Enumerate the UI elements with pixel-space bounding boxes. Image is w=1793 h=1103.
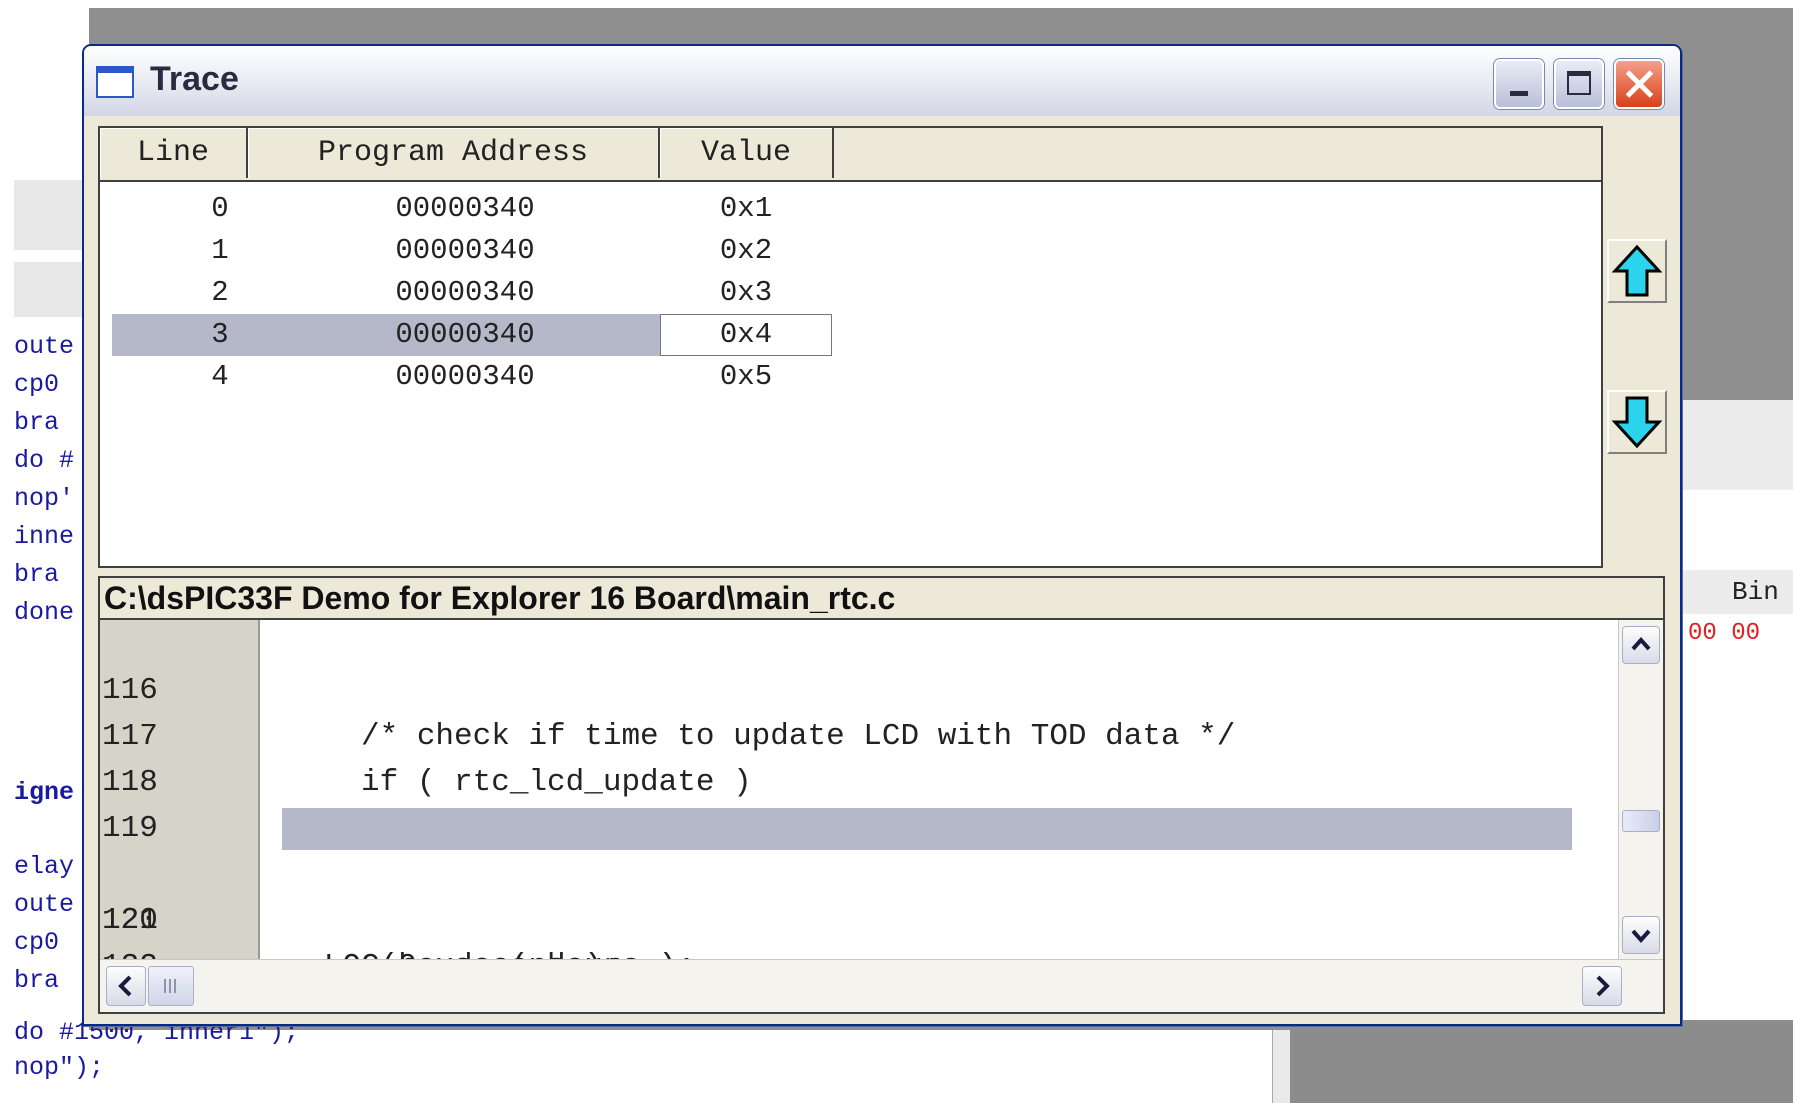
source-line[interactable]: 121 hexdec( hours );: [100, 852, 1570, 984]
down-arrow-button[interactable]: [1607, 390, 1667, 454]
background-memory-header: Bin: [1680, 570, 1793, 614]
cell-value: 0x1: [719, 192, 773, 225]
title-bar[interactable]: Trace: [84, 46, 1680, 116]
background-code-line: nop': [14, 484, 75, 513]
background-code-line: oute: [14, 890, 75, 919]
up-arrow-button[interactable]: [1607, 239, 1667, 303]
background-code-line: igne: [14, 778, 75, 807]
background-toolbar-2: [14, 262, 89, 317]
source-line[interactable]: 118 {: [100, 714, 1570, 846]
cell-address: 00000340: [395, 360, 535, 393]
column-header-program-address[interactable]: Program Address: [248, 128, 660, 178]
background-grey-band: [1290, 1020, 1793, 1103]
background-code-bottom: do #1500, inner1"); nop");: [14, 1018, 299, 1082]
horizontal-scroll-thumb[interactable]: [148, 966, 194, 1006]
background-code-line: inne: [14, 522, 75, 551]
background-code-line: nop");: [14, 1053, 105, 1082]
vertical-scroll-thumb[interactable]: [1622, 810, 1660, 832]
scroll-left-button[interactable]: [106, 966, 146, 1006]
table-row-selected[interactable]: 3 00000340 0x4: [100, 314, 1601, 356]
scroll-down-button[interactable]: [1622, 916, 1660, 954]
background-code-line: cp0: [14, 370, 60, 399]
background-code-line: do #: [14, 446, 75, 475]
background-left-edge: [0, 0, 14, 1103]
source-line[interactable]: 117 if ( rtc_lcd_update ): [100, 668, 1570, 800]
scroll-right-icon: [1596, 975, 1610, 997]
background-code-line: elay: [14, 852, 75, 881]
table-row[interactable]: 0 00000340 0x1: [100, 188, 1601, 230]
background-code-line: cp0: [14, 928, 60, 957]
minimize-button[interactable]: [1494, 59, 1544, 109]
scroll-right-button[interactable]: [1582, 966, 1622, 1006]
trace-window: Trace Line Program Address Value 0 00000…: [82, 44, 1682, 1026]
scroll-up-button[interactable]: [1622, 626, 1660, 664]
background-code-line: bra: [14, 560, 60, 589]
background-toolbar: [14, 180, 89, 250]
cell-value: 0x2: [719, 234, 773, 267]
table-row[interactable]: 2 00000340 0x3: [100, 272, 1601, 314]
up-arrow-icon: [1611, 244, 1663, 297]
source-line[interactable]: 116 /* check if time to update LCD with …: [100, 622, 1570, 754]
background-memory-panel: [1680, 400, 1793, 1020]
background-memory-value: 00 00: [1688, 620, 1761, 647]
window-icon: [96, 66, 134, 98]
source-view: 116 /* check if time to update LCD with …: [98, 620, 1665, 1014]
trace-table: Line Program Address Value 0 00000340 0x…: [98, 126, 1603, 568]
background-top-edge: [0, 0, 1793, 8]
cell-address: 00000340: [395, 276, 535, 309]
cell-address: 00000340: [395, 192, 535, 225]
cell-value: 0x3: [719, 276, 773, 309]
background-code-line: oute: [14, 332, 75, 361]
column-header-value[interactable]: Value: [660, 128, 834, 178]
cell-address: 00000340: [395, 318, 535, 351]
cell-value: 0x4: [719, 318, 773, 351]
cell-value: 0x5: [719, 360, 773, 393]
table-header: Line Program Address Value: [100, 128, 1601, 182]
source-line-highlighted[interactable]: 120 __LOG(0, seconds);: [100, 806, 1572, 984]
table-row[interactable]: 4 00000340 0x5: [100, 356, 1601, 398]
source-line[interactable]: 122 Update_LCD();: [100, 898, 1570, 1012]
scroll-up-icon: [1631, 636, 1651, 651]
close-button[interactable]: [1614, 59, 1664, 109]
background-memory-toolbar: [1680, 400, 1793, 490]
horizontal-scrollbar[interactable]: [100, 959, 1663, 1012]
background-code-line: bra: [14, 408, 60, 437]
scroll-down-icon: [1631, 929, 1651, 944]
source-file-path: C:\dsPIC33F Demo for Explorer 16 Board\m…: [98, 576, 1665, 620]
column-header-line[interactable]: Line: [100, 128, 248, 178]
down-arrow-icon: [1611, 396, 1663, 449]
maximize-button[interactable]: [1554, 59, 1604, 109]
source-line[interactable]: 119: [100, 760, 1570, 846]
vertical-scrollbar[interactable]: [1618, 620, 1663, 960]
background-code-line: bra: [14, 966, 60, 995]
line-highlight: [282, 808, 1572, 850]
scroll-left-icon: [118, 975, 132, 997]
window-title: Trace: [150, 60, 239, 98]
cell-address: 00000340: [395, 234, 535, 267]
background-code-line: done: [14, 598, 75, 627]
grip-icon: [164, 979, 176, 993]
table-row[interactable]: 1 00000340 0x2: [100, 230, 1601, 272]
